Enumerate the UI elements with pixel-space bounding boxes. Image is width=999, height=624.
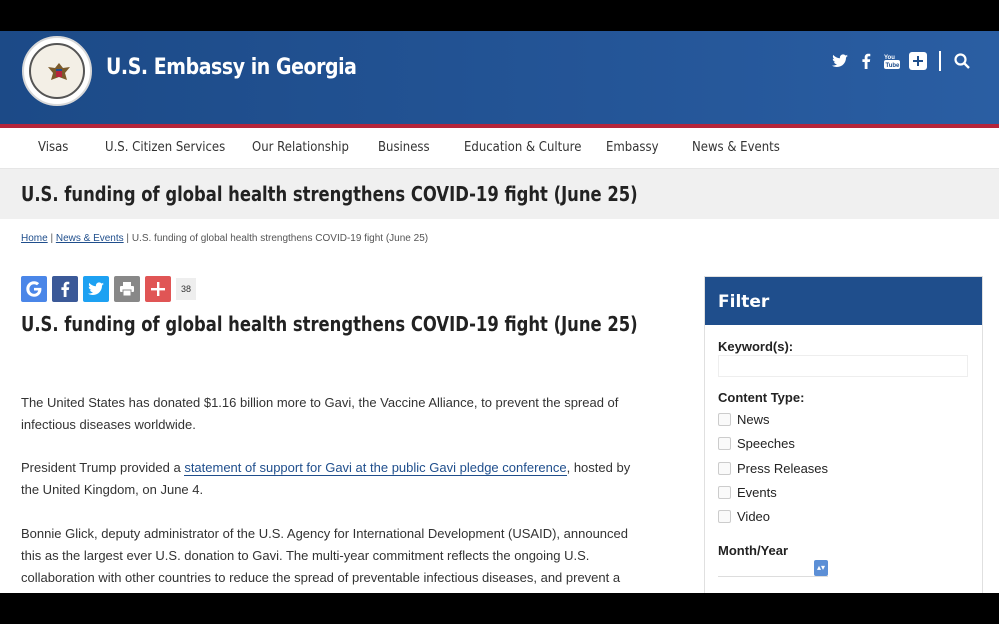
checkbox-label: Press Releases bbox=[737, 461, 829, 476]
share-toolbar: 38 bbox=[21, 276, 196, 302]
article-title: U.S. funding of global health strengthen… bbox=[21, 312, 638, 336]
checkbox-label: Video bbox=[737, 509, 771, 524]
share-more-icon[interactable] bbox=[145, 276, 171, 302]
checkbox[interactable] bbox=[718, 437, 731, 450]
nav-item-embassy[interactable]: Embassy bbox=[606, 140, 659, 155]
twitter-share-icon[interactable] bbox=[83, 276, 109, 302]
content-type-label: Content Type: bbox=[718, 390, 805, 405]
month-year-label: Month/Year bbox=[718, 543, 789, 558]
content-type-speeches[interactable]: Speeches bbox=[718, 436, 795, 451]
nav-item-education-culture[interactable]: Education & Culture bbox=[464, 140, 581, 155]
breadcrumb-news-events-link[interactable]: News & Events bbox=[56, 233, 124, 244]
checkbox[interactable] bbox=[718, 510, 731, 523]
gavi-statement-link[interactable]: statement of support for Gavi at the pub… bbox=[184, 460, 567, 476]
google-share-icon[interactable] bbox=[21, 276, 47, 302]
nav-item-our-relationship[interactable]: Our Relationship bbox=[252, 140, 349, 155]
svg-text:Tube: Tube bbox=[886, 63, 901, 69]
nav-item-news-events[interactable]: News & Events bbox=[692, 140, 780, 155]
embassy-seal-logo[interactable] bbox=[22, 36, 92, 106]
article-paragraph: The United States has donated $1.16 bill… bbox=[21, 395, 619, 432]
checkbox-label: Speeches bbox=[737, 436, 795, 451]
breadcrumb-current: U.S. funding of global health strengthen… bbox=[131, 233, 429, 244]
checkbox[interactable] bbox=[718, 486, 731, 499]
social-divider bbox=[939, 51, 941, 71]
article-paragraph: Bonnie Glick, deputy administrator of th… bbox=[21, 526, 628, 585]
content-type-news[interactable]: News bbox=[718, 412, 770, 427]
content-type-events[interactable]: Events bbox=[718, 485, 777, 500]
checkbox[interactable] bbox=[718, 413, 731, 426]
keyword-input[interactable] bbox=[718, 355, 968, 377]
youtube-icon[interactable]: You Tube bbox=[883, 52, 901, 70]
content-type-press-releases[interactable]: Press Releases bbox=[718, 461, 828, 476]
share-count: 38 bbox=[176, 278, 196, 300]
breadcrumb-separator: | bbox=[47, 233, 56, 244]
plus-icon[interactable] bbox=[909, 52, 927, 70]
nav-item-visas[interactable]: Visas bbox=[38, 140, 68, 155]
chevron-updown-icon[interactable]: ▴▾ bbox=[814, 560, 828, 576]
filter-title: Filter bbox=[705, 277, 982, 325]
breadcrumb-home-link[interactable]: Home bbox=[21, 233, 48, 244]
breadcrumb: Home | News & Events | U.S. funding of g… bbox=[21, 233, 428, 244]
twitter-icon[interactable] bbox=[831, 52, 849, 70]
article-paragraph: President Trump provided a statement of … bbox=[21, 457, 646, 501]
facebook-share-icon[interactable] bbox=[52, 276, 78, 302]
content-type-video[interactable]: Video bbox=[718, 509, 770, 524]
main-nav: Visas U.S. Citizen Services Our Relation… bbox=[0, 128, 999, 169]
page-title-band: U.S. funding of global health strengthen… bbox=[0, 169, 999, 219]
checkbox[interactable] bbox=[718, 462, 731, 475]
nav-item-citizen-services[interactable]: U.S. Citizen Services bbox=[105, 140, 225, 155]
filter-panel: Filter Keyword(s): Content Type: News Sp… bbox=[704, 276, 983, 593]
paragraph-text: President Trump provided a bbox=[21, 460, 185, 475]
page-title: U.S. funding of global health strengthen… bbox=[21, 182, 638, 206]
breadcrumb-separator: | bbox=[123, 233, 132, 244]
print-icon[interactable] bbox=[114, 276, 140, 302]
site-header: U.S. Embassy in Georgia You Tube bbox=[0, 31, 999, 125]
search-icon[interactable] bbox=[953, 52, 971, 70]
keyword-label: Keyword(s): bbox=[718, 339, 794, 354]
nav-item-business[interactable]: Business bbox=[378, 140, 430, 155]
facebook-icon[interactable] bbox=[857, 52, 875, 70]
month-year-select[interactable]: ▴▾ bbox=[718, 560, 828, 577]
browser-viewport: U.S. Embassy in Georgia You Tube Visas U.… bbox=[0, 31, 999, 593]
checkbox-label: Events bbox=[737, 485, 777, 500]
checkbox-label: News bbox=[737, 412, 770, 427]
site-title[interactable]: U.S. Embassy in Georgia bbox=[106, 55, 357, 80]
eagle-icon bbox=[48, 63, 70, 80]
social-links: You Tube bbox=[831, 51, 971, 71]
